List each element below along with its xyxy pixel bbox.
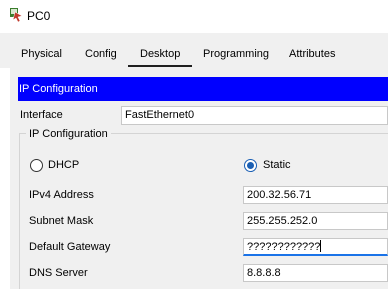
ipv4-address-input[interactable]: 200.32.56.71: [243, 186, 388, 204]
interface-value: FastEthernet0: [121, 106, 388, 125]
static-label[interactable]: Static: [263, 159, 291, 171]
tab-config[interactable]: Config: [85, 48, 117, 60]
ip-configuration-header: IP Configuration: [18, 77, 388, 101]
default-gateway-input[interactable]: ????????????: [243, 238, 388, 256]
pc0-window: PC0 Physical Config Desktop Programming …: [0, 0, 388, 289]
tab-desktop[interactable]: Desktop: [140, 48, 180, 60]
subnet-mask-label: Subnet Mask: [29, 215, 94, 227]
interface-label: Interface: [20, 109, 63, 121]
tab-programming[interactable]: Programming: [203, 48, 269, 60]
dhcp-radio[interactable]: [30, 159, 43, 172]
ipv4-address-label: IPv4 Address: [29, 189, 94, 201]
title-bar: PC0: [0, 0, 388, 33]
dns-server-input[interactable]: 8.8.8.8: [243, 264, 388, 282]
subnet-mask-input[interactable]: 255.255.252.0: [243, 212, 388, 230]
default-gateway-label: Default Gateway: [29, 241, 111, 253]
dns-server-label: DNS Server: [29, 267, 88, 279]
static-radio[interactable]: [244, 159, 257, 172]
dhcp-label[interactable]: DHCP: [48, 159, 79, 171]
default-gateway-value: ????????????: [247, 241, 321, 253]
tab-physical[interactable]: Physical: [21, 48, 62, 60]
text-cursor: [320, 240, 322, 252]
tab-attributes[interactable]: Attributes: [289, 48, 335, 60]
packet-tracer-pc-icon: [10, 8, 23, 22]
ip-configuration-group-title: IP Configuration: [26, 128, 111, 140]
tab-bar: Physical Config Desktop Programming Attr…: [0, 33, 388, 68]
active-tab-indicator: [128, 65, 192, 67]
window-title: PC0: [27, 9, 51, 23]
